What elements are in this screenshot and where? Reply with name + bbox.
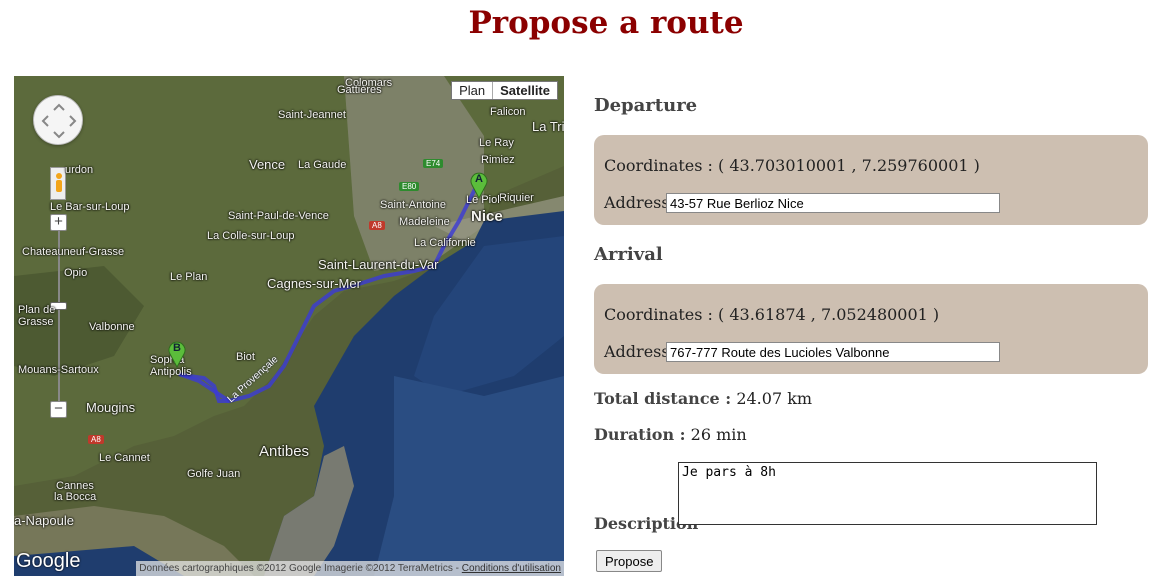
departure-address-input[interactable] [666, 193, 1000, 213]
page-title: Propose a route [468, 5, 744, 41]
map-place-label: Nice [471, 208, 503, 225]
total-distance-label: Total distance : [594, 389, 732, 408]
map-place-label: Falicon [490, 106, 526, 118]
map-place-label: a-Napoule [14, 513, 74, 528]
map-place-label: La Gaude [298, 159, 347, 171]
start-marker-label: A [475, 173, 483, 185]
map-place-label: Saint-Laurent-du-Var [318, 257, 439, 272]
map-place-label: Mouans-Sartoux [18, 364, 99, 376]
terms-link[interactable]: Conditions d'utilisation [462, 563, 561, 574]
map-place-label: Cagnes-sur-Mer [267, 276, 361, 291]
total-distance-value: 24.07 km [736, 389, 813, 408]
map-type-control: Plan Satellite [451, 81, 558, 100]
map-place-label: Le Cannet [99, 452, 150, 464]
duration-label: Duration : [594, 425, 686, 444]
map-place-label: Biot [236, 351, 255, 363]
map-place-label: La Colle-sur-Loup [207, 230, 295, 242]
pan-arrows-icon [41, 103, 77, 139]
duration: Duration : 26 min [594, 425, 747, 444]
map-place-label: Mougins [86, 400, 136, 415]
map-place-label: Le Bar-sur-Loup [50, 201, 130, 213]
departure-heading: Departure [594, 95, 698, 116]
arrival-heading: Arrival [594, 244, 663, 265]
duration-value: 26 min [690, 425, 747, 444]
map-place-label: La Tri [532, 119, 564, 134]
map-place-label: Riquier [499, 192, 534, 204]
map-place-label: urdon [65, 164, 94, 176]
map-place-label: Le Ray [479, 137, 514, 149]
map-attribution: Données cartographiques ©2012 Google Ima… [136, 561, 564, 576]
map-type-plan-button[interactable]: Plan [452, 82, 492, 99]
description-textarea[interactable]: Je pars à 8h [678, 462, 1097, 525]
zoom-out-button[interactable]: − [50, 401, 67, 418]
total-distance: Total distance : 24.07 km [594, 389, 812, 408]
pan-control[interactable] [33, 95, 83, 145]
road-shield: A8 [88, 435, 104, 444]
departure-panel: Coordinates : ( 43.703010001 , 7.2597600… [594, 135, 1148, 225]
map-place-label: Rimiez [481, 154, 515, 166]
map-place-label: Opio [64, 267, 88, 279]
map-place-label: la Bocca [54, 491, 97, 503]
arrival-coordinates: Coordinates : ( 43.61874 , 7.052480001 ) [604, 305, 940, 324]
end-marker-icon[interactable]: B [167, 340, 187, 369]
road-shield: A8 [369, 221, 385, 230]
map-place-label: Le Plan [170, 271, 208, 283]
end-marker-label: B [173, 342, 181, 354]
start-marker-icon[interactable]: A [469, 171, 489, 200]
map-place-label: Valbonne [89, 321, 135, 333]
road-shield: E80 [399, 182, 420, 191]
street-view-pegman-icon[interactable] [50, 167, 66, 200]
google-logo: Google [16, 550, 81, 572]
map-type-satellite-button[interactable]: Satellite [492, 82, 557, 99]
route-map[interactable]: Plan Satellite + − Colomars Gattières Sa… [14, 76, 564, 576]
map-place-label: Golfe Juan [187, 468, 241, 480]
map-place-label: Gattières [337, 84, 382, 96]
attribution-text: Données cartographiques ©2012 Google Ima… [139, 563, 462, 574]
map-place-label: Plan de Grasse [18, 304, 56, 328]
map-place-label: Vence [249, 157, 286, 172]
zoom-in-button[interactable]: + [50, 214, 67, 231]
arrival-address-input[interactable] [666, 342, 1000, 362]
propose-button[interactable]: Propose [596, 550, 663, 572]
zoom-slider-track[interactable] [58, 214, 60, 416]
arrival-address-label: Address [604, 342, 670, 361]
map-place-label: Saint-Jeannet [278, 109, 346, 121]
departure-coordinates: Coordinates : ( 43.703010001 , 7.2597600… [604, 156, 980, 175]
map-place-label: Chateauneuf-Grasse [22, 246, 125, 258]
road-shield: E74 [423, 159, 444, 168]
arrival-panel: Coordinates : ( 43.61874 , 7.052480001 )… [594, 284, 1148, 374]
map-place-label: Saint-Antoine [380, 199, 447, 211]
map-place-label: Antibes [259, 443, 310, 460]
departure-address-label: Address [604, 193, 670, 212]
map-place-label: La Californie [414, 237, 476, 249]
map-place-label: Saint-Paul-de-Vence [228, 210, 329, 222]
map-place-label: Madeleine [399, 216, 450, 228]
